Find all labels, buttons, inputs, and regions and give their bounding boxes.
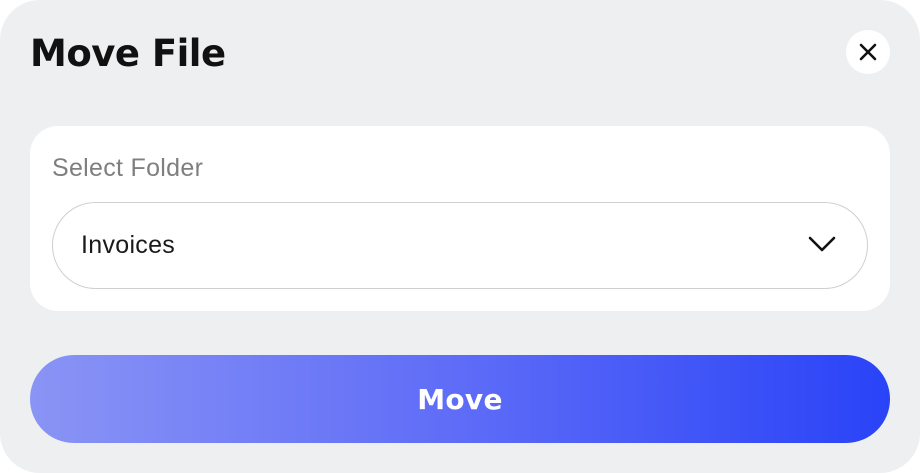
move-button[interactable]: Move (30, 355, 890, 443)
select-folder-label: Select Folder (52, 154, 204, 182)
move-button-label: Move (417, 382, 503, 416)
folder-select-dropdown[interactable]: Invoices (52, 202, 868, 289)
selected-folder-value: Invoices (81, 231, 176, 259)
dialog-title: Move File (30, 32, 226, 75)
close-button[interactable] (846, 30, 890, 74)
chevron-down-icon (808, 235, 836, 253)
folder-select-card: Select Folder Invoices (30, 126, 890, 311)
close-icon (859, 43, 877, 61)
move-file-dialog: Move File Select Folder Invoices Move (0, 0, 920, 473)
